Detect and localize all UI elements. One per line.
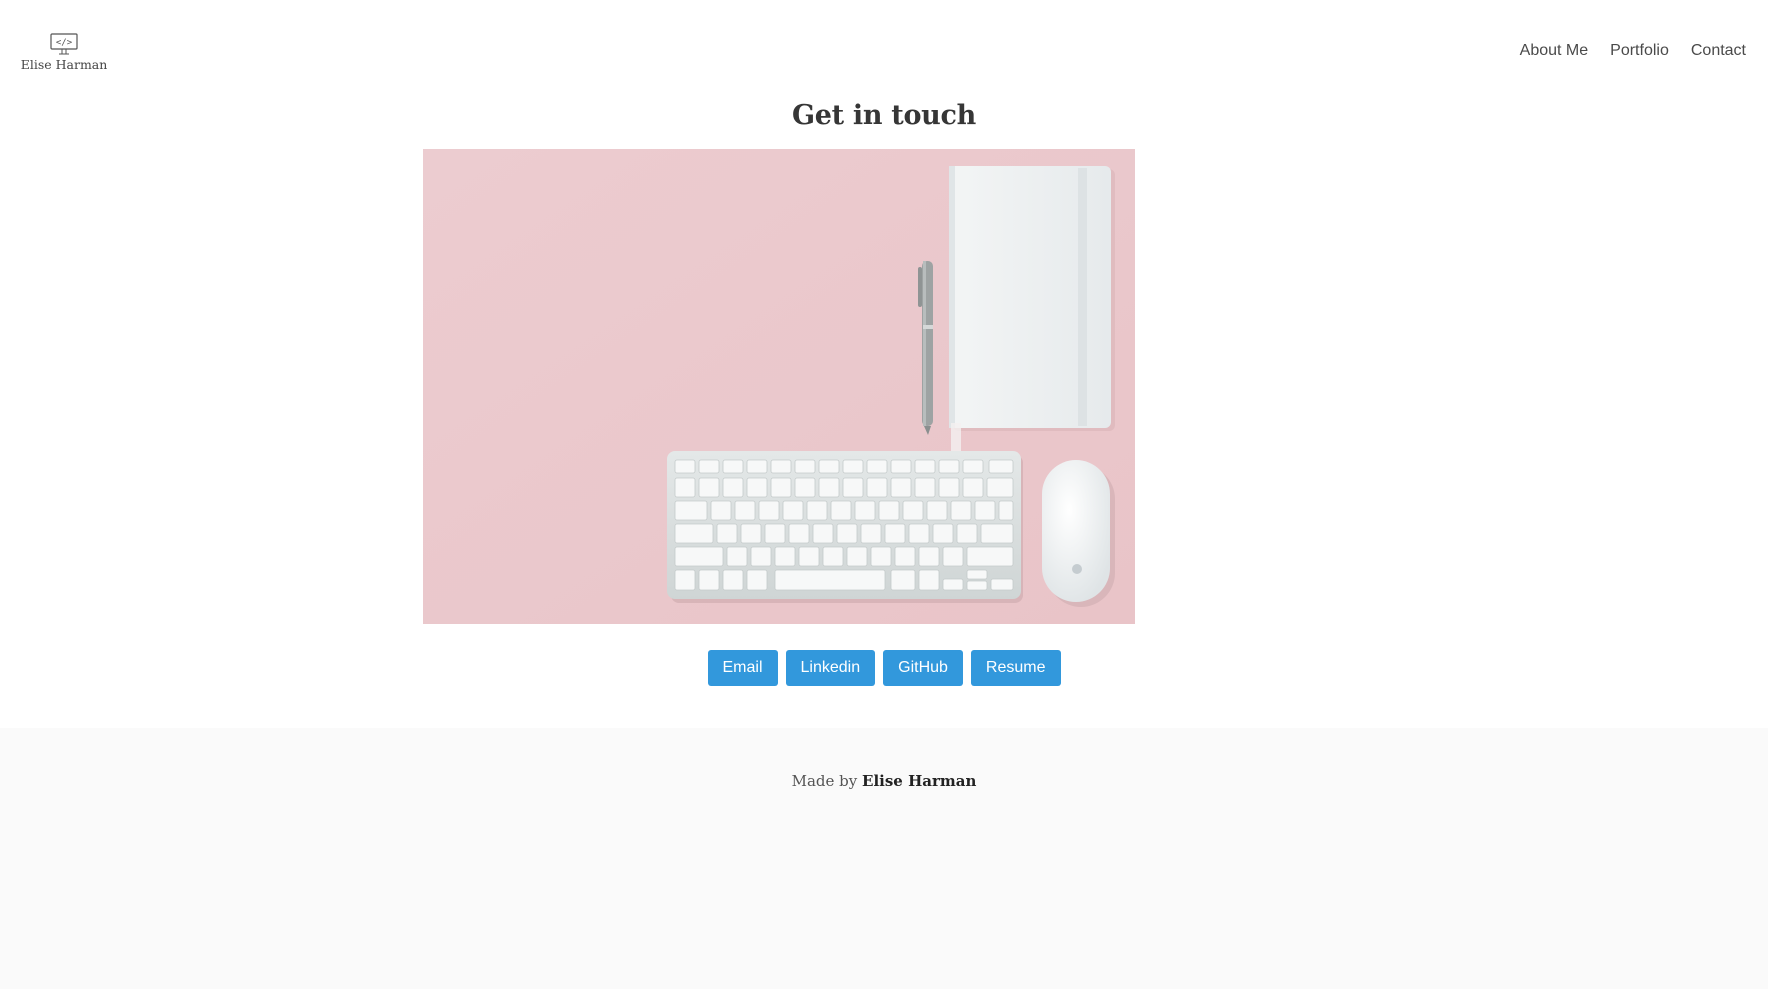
footer-credit: Made by Elise Harman: [0, 772, 1768, 790]
notebook: [949, 166, 1115, 451]
keyboard: [667, 451, 1023, 603]
logo-text: Elise Harman: [20, 57, 108, 72]
mouse: [1042, 460, 1115, 607]
site-footer: Made by Elise Harman: [0, 728, 1768, 989]
nav-contact[interactable]: Contact: [1691, 42, 1746, 60]
page-title: Get in touch: [792, 100, 976, 131]
contact-buttons: Email Linkedin GitHub Resume: [0, 650, 1768, 686]
footer-prefix: Made by: [791, 772, 858, 790]
email-button[interactable]: Email: [707, 650, 778, 686]
logo-link[interactable]: </> Elise Harman: [21, 32, 107, 76]
nav-about-me[interactable]: About Me: [1520, 42, 1588, 60]
desk-flatlay-illustration: [423, 149, 1135, 624]
site-header: </> Elise Harman About Me Portfolio Cont…: [0, 0, 1768, 96]
main-nav: About Me Portfolio Contact: [1520, 42, 1746, 60]
svg-text:</>: </>: [56, 38, 73, 48]
hero-image: [423, 149, 1135, 624]
code-monitor-icon: </>: [50, 33, 78, 55]
nav-portfolio[interactable]: Portfolio: [1610, 42, 1669, 60]
resume-button[interactable]: Resume: [970, 650, 1061, 686]
linkedin-button[interactable]: Linkedin: [785, 650, 876, 686]
github-button[interactable]: GitHub: [883, 650, 963, 686]
footer-author: Elise Harman: [862, 772, 977, 790]
